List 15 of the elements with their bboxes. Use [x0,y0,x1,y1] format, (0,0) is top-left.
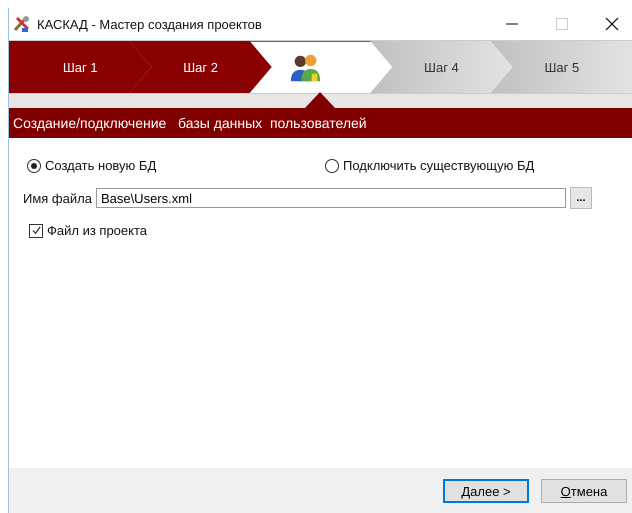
browse-button[interactable]: ... [570,187,592,209]
field-label: Имя файла [23,190,92,206]
checkmark-icon [30,225,42,236]
tools-icon [13,15,31,33]
file-name-field[interactable]: Base\Users.xml [96,188,566,208]
wizard-step: Шаг 5 [490,41,632,93]
dialog-button[interactable]: Далее > [443,479,529,503]
radio-option[interactable]: Подключить существующую БД [325,158,623,173]
close-icon[interactable] [605,17,619,31]
window-title: КАСКАД - Мастер создания проектов [37,16,262,32]
checkbox-option[interactable]: Файл из проекта [19,223,623,238]
radio-option[interactable]: Создать новую БД [27,158,325,173]
dialog-button[interactable]: Отмена [541,479,627,503]
page-heading: Создание/подключение базы данных пользователей [13,115,367,131]
wizard-step: Шаг 1 [9,41,152,93]
